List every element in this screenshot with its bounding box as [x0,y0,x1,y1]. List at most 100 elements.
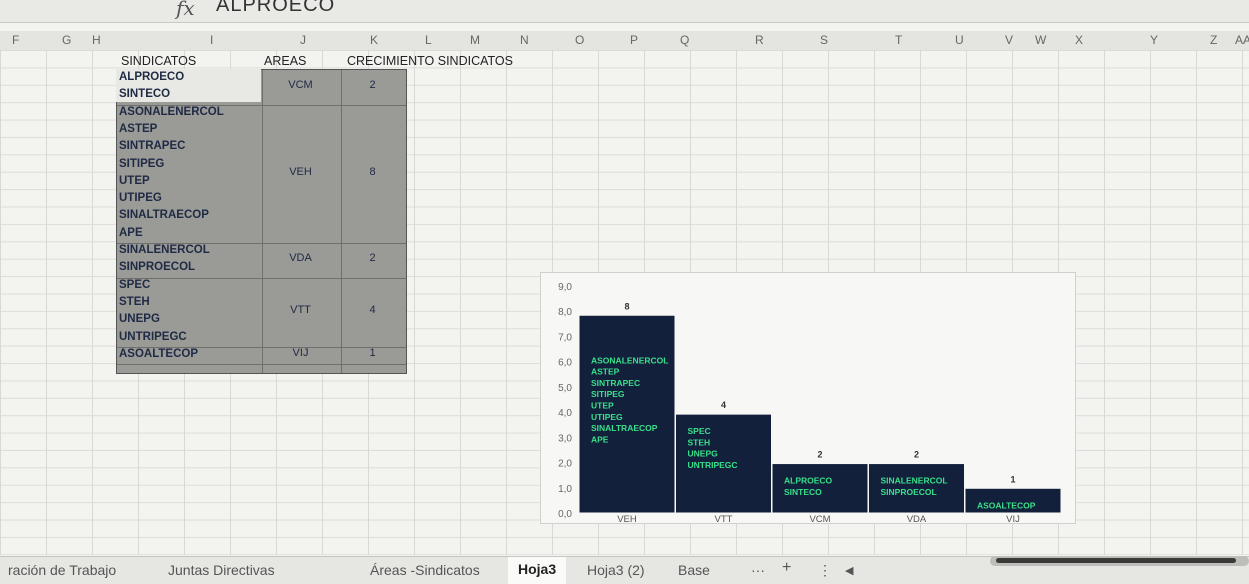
header-crecimiento[interactable]: CRECIMIENTO SINDICATOS [347,54,513,68]
area-cell[interactable]: VEH [261,166,340,178]
column-header-v[interactable]: V [1005,33,1013,47]
tab-areas-sindicatos[interactable]: Áreas -Sindicatos [370,562,480,578]
bar-text: STEH [688,437,711,447]
sindicato-cell[interactable]: UNTRIPEGC [119,331,187,343]
bar-text: SITIPEG [591,389,625,399]
sindicato-cell[interactable]: ASOALTECOP [119,348,198,360]
column-header-n[interactable]: N [520,33,529,47]
sindicato-cell[interactable]: ASONALENERCOL [119,106,224,118]
column-header-h[interactable]: H [92,33,101,47]
data-label: 8 [624,301,629,311]
sindicato-cell[interactable]: STEH [119,296,150,308]
bar-text: UTIPEG [591,412,623,422]
y-tick-label: 8,0 [558,307,572,318]
sindicato-cell[interactable]: UTIPEG [119,192,162,204]
column-header-i[interactable]: I [210,33,213,47]
sindicato-cell[interactable]: UNEPG [119,313,160,325]
crecimiento-cell[interactable]: 1 [340,347,405,359]
tab-hoja3[interactable]: Hoja3 [508,557,567,584]
tab-trabajo[interactable]: ración de Trabajo [8,562,116,578]
y-tick-label: 6,0 [558,358,572,369]
sindicato-cell[interactable]: ALPROECO [119,71,184,83]
sindicato-cell[interactable]: SINALENERCOL [119,244,210,256]
column-header-z[interactable]: Z [1210,33,1217,47]
column-header-t[interactable]: T [895,33,902,47]
column-header-l[interactable]: L [425,33,432,47]
add-sheet-button[interactable]: + [782,559,791,577]
y-tick-label: 5,0 [558,383,572,394]
fx-label: fx [176,0,195,20]
sindicato-cell[interactable]: SITIPEG [119,158,164,170]
horizontal-scrollbar[interactable] [990,556,1249,566]
bar-text: SINTRAPEC [591,378,640,388]
sindicato-cell[interactable]: ASTEP [119,123,157,135]
bar-text: ASTEP [591,367,620,377]
sindicato-cell[interactable]: SINPROECOL [119,261,195,273]
sindicato-cell[interactable]: APE [119,227,143,239]
column-header-x[interactable]: X [1075,33,1083,47]
sheet-menu-button[interactable]: ⋮ [818,562,832,579]
crecimiento-cell[interactable]: 4 [340,304,405,316]
y-tick-label: 1,0 [558,484,572,495]
header-sindicatos[interactable]: SINDICATOS [121,54,196,68]
column-header-f[interactable]: F [12,33,19,47]
crecimiento-cell[interactable]: 8 [340,166,405,178]
sindicato-cell[interactable]: SPEC [119,279,150,291]
sindicato-cell[interactable]: SINTRAPEC [119,140,185,152]
x-tick-label: VDA [907,514,927,523]
bar-text: SINTECO [784,487,822,497]
column-header-j[interactable]: J [300,33,306,47]
x-tick-label: VCM [809,514,830,523]
column-headers: F G H I J K L M N O P Q R S T U V W X Y Z AA [0,31,1249,51]
column-header-p[interactable]: P [630,33,638,47]
bar-text: ASONALENERCOL [591,355,668,365]
bar-chart[interactable]: 0,0 1,0 2,0 3,0 4,0 5,0 6,0 7,0 8,0 9,0 8 ASONALENE… [540,272,1076,524]
tab-juntas-directivas[interactable]: Juntas Directivas [168,562,275,578]
column-header-k[interactable]: K [370,33,378,47]
column-header-s[interactable]: S [820,33,828,47]
area-cell[interactable]: VDA [261,252,340,264]
area-cell[interactable]: VIJ [261,347,340,359]
column-header-aa[interactable]: AA [1235,33,1249,47]
bar-text: SINALENERCOL [881,476,948,486]
column-header-o[interactable]: O [575,33,584,47]
x-tick-label: VTT [715,514,733,523]
column-header-r[interactable]: R [755,33,764,47]
formula-bar: fx ALPROECO [0,0,1249,23]
y-tick-label: 4,0 [558,408,572,419]
column-header-g[interactable]: G [62,33,71,47]
bar-text: ALPROECO [784,476,833,486]
crecimiento-cell[interactable]: 2 [340,252,405,264]
column-header-w[interactable]: W [1035,33,1046,47]
y-tick-label: 7,0 [558,332,572,343]
column-header-u[interactable]: U [955,33,964,47]
data-label: 1 [1010,474,1015,484]
sindicato-cell[interactable]: UTEP [119,175,150,187]
area-cell[interactable]: VTT [261,304,340,316]
scroll-left-icon[interactable]: ◀ [845,564,853,577]
sindicato-cell[interactable]: SINTECO [119,88,170,100]
y-tick-label: 3,0 [558,433,572,444]
column-header-q[interactable]: Q [680,33,689,47]
bar-text: UNTRIPEGC [688,460,738,470]
y-tick-label: 2,0 [558,459,572,470]
column-header-y[interactable]: Y [1150,33,1158,47]
more-sheets-button[interactable]: ··· [751,562,765,578]
x-tick-label: VEH [617,514,637,523]
sindicato-cell[interactable]: SINALTRAECOP [119,209,209,221]
y-tick-label: 0,0 [558,509,572,520]
chart-svg: 0,0 1,0 2,0 3,0 4,0 5,0 6,0 7,0 8,0 9,0 8 ASONALENE… [558,282,1062,523]
x-tick-label: VIJ [1006,514,1020,523]
crecimiento-cell[interactable]: 2 [340,79,405,91]
tab-hoja3-2[interactable]: Hoja3 (2) [587,562,645,578]
bar-text: ASOALTECOP [977,500,1036,510]
tab-base[interactable]: Base [678,562,710,578]
column-header-m[interactable]: M [470,33,480,47]
data-label: 4 [721,400,726,410]
header-areas[interactable]: AREAS [264,54,306,68]
bar-text: UTEP [591,400,614,410]
formula-input[interactable]: ALPROECO [216,0,335,17]
area-cell[interactable]: VCM [261,79,340,91]
bar-text: SINALTRAECOP [591,423,658,433]
bar-text: SPEC [688,426,711,436]
